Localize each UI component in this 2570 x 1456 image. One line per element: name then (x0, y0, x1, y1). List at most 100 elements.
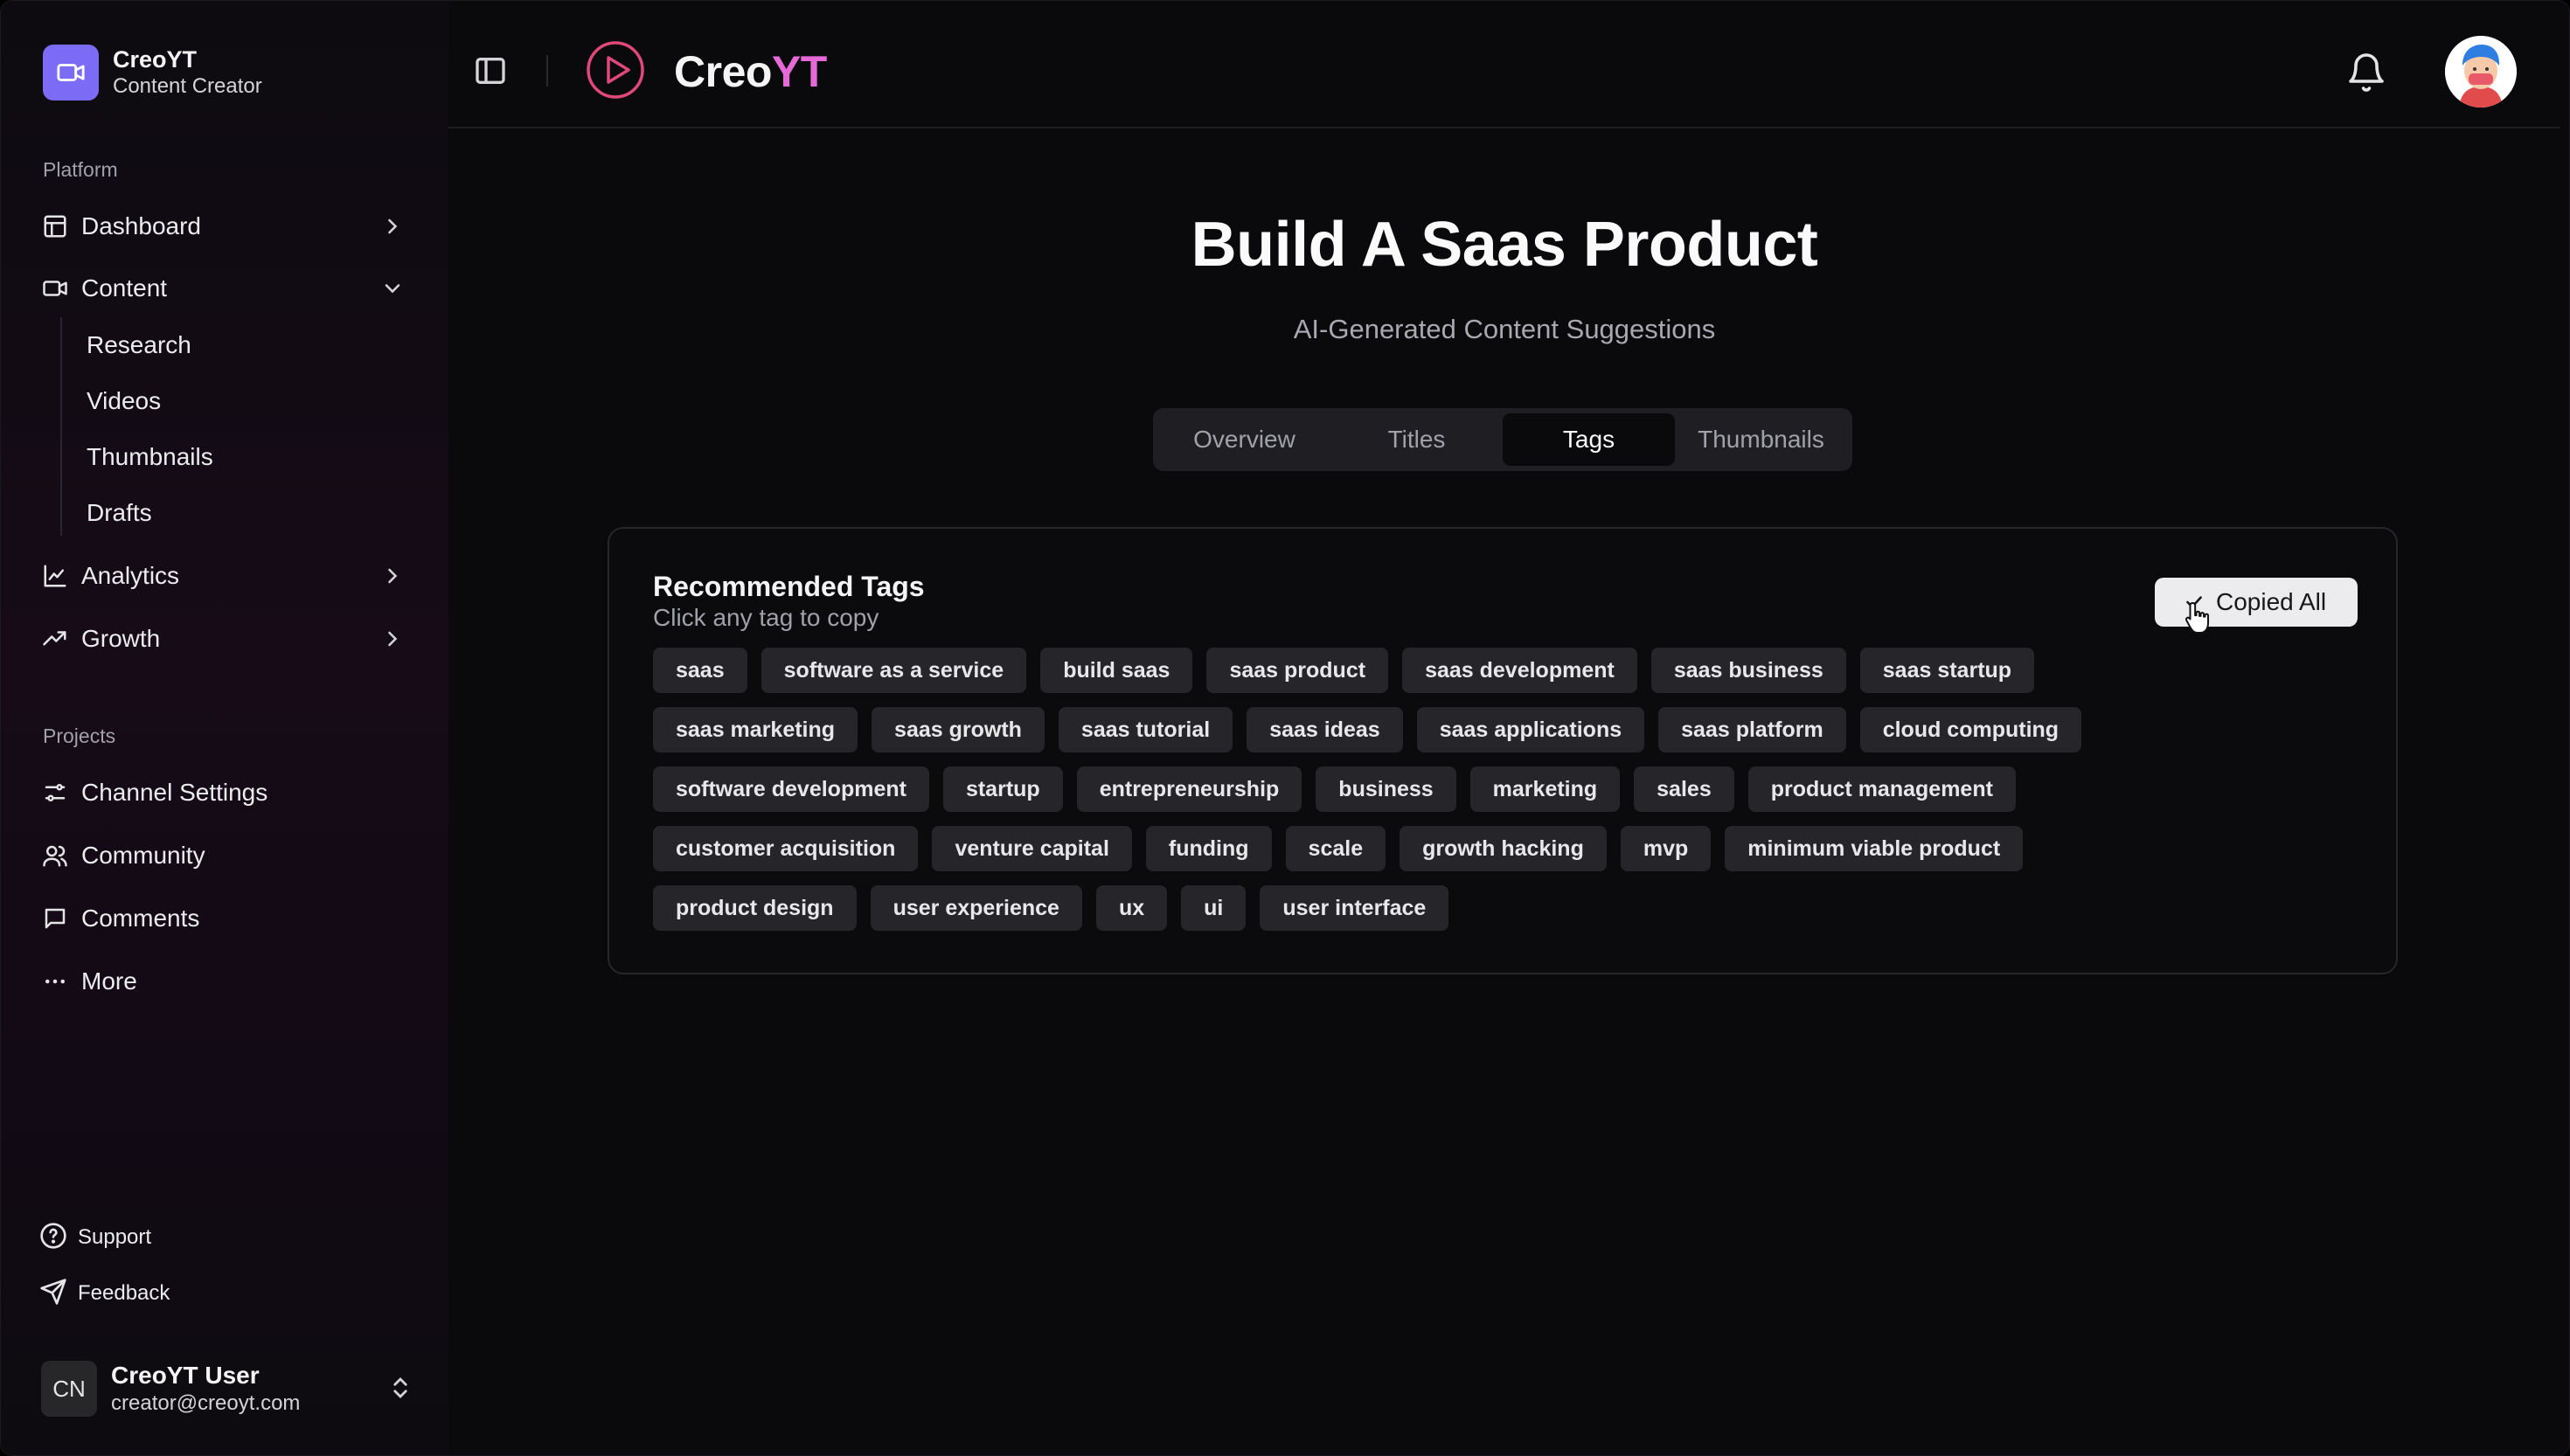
card-title: Recommended Tags (653, 571, 925, 602)
sidebar-item-content[interactable]: Content (39, 264, 413, 313)
tag-chip[interactable]: growth hacking (1400, 826, 1607, 871)
header-logo-text[interactable]: CreoYT (674, 46, 827, 97)
sidebar: CreoYT Content Creator Platform Dashboar… (1, 1, 448, 1455)
sidebar-item-support[interactable]: Support (39, 1216, 406, 1259)
chevrons-up-down-icon (393, 1377, 407, 1398)
sidebar-subitem-thumbnails[interactable]: Thumbnails (74, 434, 406, 480)
tag-chip[interactable]: customer acquisition (653, 826, 919, 871)
tag-chip[interactable]: saas business (1650, 648, 1846, 693)
tab-titles[interactable]: Titles (1330, 413, 1503, 466)
tag-chip[interactable]: saas development (1402, 648, 1637, 693)
tag-chip[interactable]: user experience (870, 885, 1082, 931)
sidebar-subitem-videos[interactable]: Videos (74, 378, 406, 424)
brand-name: CreoYT (113, 46, 198, 73)
sidebar-item-label: Channel Settings (81, 779, 268, 806)
tag-chip[interactable]: entrepreneurship (1076, 766, 1302, 812)
logo-prefix: Creo (674, 47, 772, 96)
sidebar-item-dashboard[interactable]: Dashboard (39, 202, 413, 251)
video-camera-icon (43, 45, 99, 101)
tag-chip[interactable]: software as a service (761, 648, 1027, 693)
tag-chip[interactable]: saas startup (1859, 648, 2035, 693)
header-divider (546, 55, 548, 87)
sidebar-item-label: Growth (81, 625, 161, 652)
tab-thumbnails[interactable]: Thumbnails (1675, 413, 1847, 466)
tag-row: saas software as a service build saas saas … (653, 648, 2366, 693)
brand-subtitle: Content Creator (113, 74, 262, 98)
sliders-icon (39, 777, 71, 808)
tag-chip[interactable]: ux (1095, 885, 1168, 931)
user-menu[interactable]: CN CreoYT User creator@creoyt.com (41, 1359, 417, 1418)
sidebar-item-analytics[interactable]: Analytics (39, 551, 413, 600)
tag-row: customer acquisition venture capital fundi… (653, 826, 2366, 871)
tag-chip[interactable]: marketing (1469, 766, 1621, 812)
top-header: CreoYT (448, 1, 2560, 128)
tag-chip[interactable]: saas platform (1658, 707, 1846, 752)
tag-chip[interactable]: user interface (1260, 885, 1449, 931)
page-subtitle: AI-Generated Content Suggestions (1293, 314, 1716, 344)
tag-row: software development startup entrepreneurs… (653, 766, 2366, 812)
card-subtitle: Click any tag to copy (653, 604, 879, 631)
sidebar-item-label: Content (81, 274, 168, 302)
tag-chip[interactable]: venture capital (932, 826, 1132, 871)
layout-icon (39, 211, 71, 242)
help-circle-icon (39, 1222, 67, 1254)
tag-chip[interactable]: product management (1747, 766, 2016, 812)
sidebar-subitem-drafts[interactable]: Drafts (74, 490, 406, 536)
sidebar-item-label: Comments (81, 905, 200, 932)
sidebar-item-community[interactable]: Community (39, 831, 413, 880)
chevron-right-icon (388, 568, 398, 584)
tag-chip[interactable]: build saas (1040, 648, 1193, 693)
sidebar-item-channel-settings[interactable]: Channel Settings (39, 768, 413, 817)
line-chart-icon (39, 560, 71, 592)
tag-chip[interactable]: saas ideas (1247, 707, 1403, 752)
bell-icon[interactable] (2345, 52, 2387, 94)
sidebar-item-label: Analytics (81, 562, 180, 589)
sidebar-item-label: Feedback (78, 1281, 170, 1305)
sidebar-item-growth[interactable]: Growth (39, 614, 413, 663)
sidebar-item-comments[interactable]: Comments (39, 894, 413, 943)
app-window: CreoYT Content Creator Platform Dashboar… (0, 0, 2570, 1456)
tag-chip[interactable]: cloud computing (1859, 707, 2082, 752)
tag-chip[interactable]: saas product (1206, 648, 1389, 693)
tag-chip[interactable]: startup (942, 766, 1063, 812)
tag-chip[interactable]: software development (653, 766, 929, 812)
tag-chip[interactable]: ui (1181, 885, 1247, 931)
profile-avatar[interactable] (2445, 36, 2517, 107)
users-icon (39, 840, 71, 871)
sidebar-item-label: More (81, 967, 137, 995)
copy-all-label: Copied All (2216, 588, 2327, 615)
recommended-tags-card: Recommended Tags Click any tag to copy C… (608, 527, 2398, 974)
tag-chip[interactable]: funding (1145, 826, 1272, 871)
sidebar-item-feedback[interactable]: Feedback (39, 1272, 406, 1315)
tag-chip[interactable]: product design (653, 885, 857, 931)
play-logo-icon (587, 41, 644, 99)
tag-chip[interactable]: saas tutorial (1058, 707, 1233, 752)
tag-chip[interactable]: saas marketing (653, 707, 858, 752)
tag-chip[interactable]: saas applications (1416, 707, 1645, 752)
user-name: CreoYT User (111, 1362, 260, 1389)
trending-up-icon (39, 623, 71, 655)
sidebar-item-more[interactable]: More (39, 957, 413, 1006)
tag-row: saas marketing saas growth saas tutorial sa… (653, 707, 2366, 752)
sidebar-subitem-research[interactable]: Research (74, 322, 406, 368)
hand-pointer-cursor-icon (2184, 602, 2210, 634)
tag-chip[interactable]: business (1316, 766, 1456, 812)
tab-overview[interactable]: Overview (1158, 413, 1330, 466)
tag-chip[interactable]: scale (1285, 826, 1386, 871)
sidebar-item-label: Support (78, 1225, 152, 1249)
tag-chip[interactable]: sales (1634, 766, 1734, 812)
tag-chip[interactable]: minimum viable product (1725, 826, 2024, 871)
tag-chip[interactable]: saas (653, 648, 747, 693)
brand[interactable]: CreoYT Content Creator (43, 45, 262, 101)
user-email: creator@creoyt.com (111, 1391, 301, 1415)
page-title: Build A Saas Product (1191, 210, 1818, 280)
more-horizontal-icon (39, 966, 71, 997)
avatar: CN (41, 1361, 97, 1417)
tag-chip[interactable]: mvp (1620, 826, 1712, 871)
sidebar-toggle-icon[interactable] (473, 53, 508, 88)
chevron-down-icon (385, 284, 400, 294)
tag-chip[interactable]: saas growth (872, 707, 1045, 752)
message-square-icon (39, 903, 71, 934)
tab-tags[interactable]: Tags (1503, 413, 1675, 466)
tag-row: product design user experience ux ui user in… (653, 885, 2366, 931)
